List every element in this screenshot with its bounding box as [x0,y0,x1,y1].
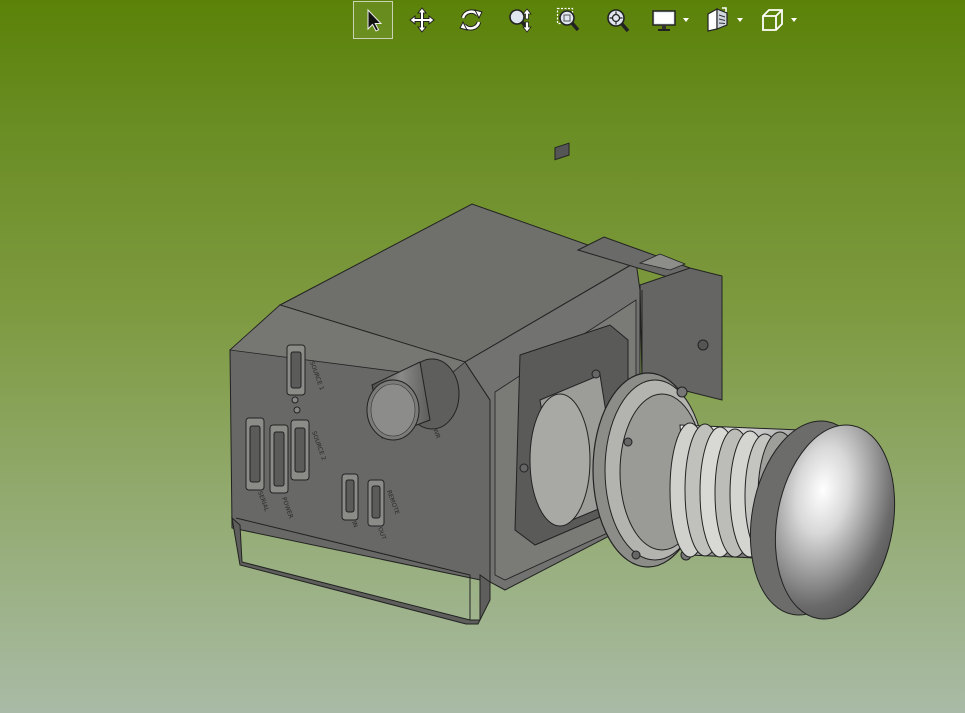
lens-assembly [519,369,896,620]
3d-model-viewport[interactable]: SOURCE 1 SOURCE 2 SERIAL POWER IN OUT RE… [0,0,965,713]
